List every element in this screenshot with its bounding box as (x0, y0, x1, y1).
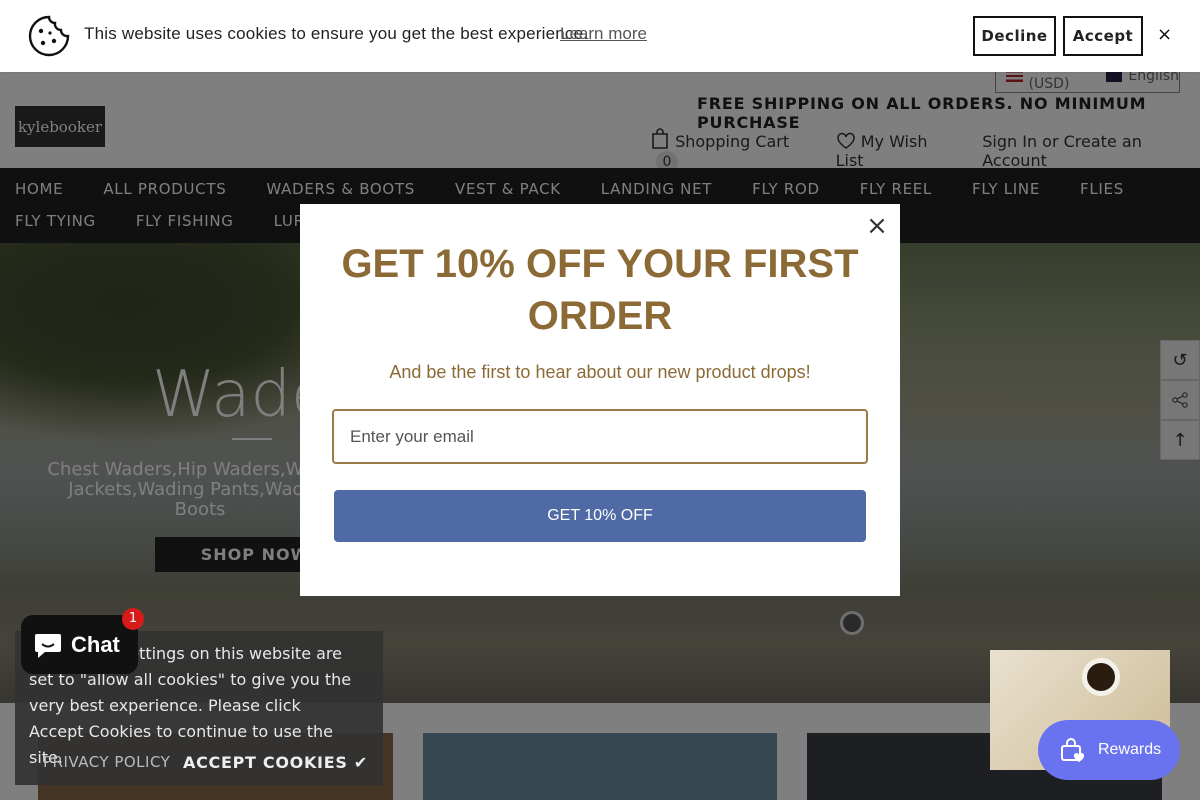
cookie-banner-text: This website uses cookies to ensure you … (84, 24, 589, 43)
accept-cookies-button[interactable]: ACCEPT COOKIES ✔ (183, 753, 368, 772)
chat-unread-badge: 1 (122, 608, 144, 630)
popup-subtitle: And be the first to hear about our new p… (389, 362, 811, 382)
cookie-icon (28, 15, 70, 57)
popup-close-icon[interactable]: × (864, 213, 890, 239)
chat-button[interactable]: Chat (21, 615, 138, 674)
cookie-banner-close-icon[interactable]: × (1157, 24, 1172, 45)
decline-button[interactable]: Decline (973, 16, 1056, 56)
privacy-policy-link[interactable]: PRIVACY POLICY (43, 753, 170, 771)
email-input[interactable] (332, 409, 868, 464)
accept-button[interactable]: Accept (1063, 16, 1143, 56)
page: US (USD) English kylebooker FREE SHIPPIN… (0, 0, 1200, 800)
get-discount-button[interactable]: GET 10% OFF (334, 490, 866, 542)
gift-bag-icon (1061, 738, 1085, 762)
rewards-label: Rewards (1098, 741, 1162, 758)
learn-more-link[interactable]: Learn more (560, 24, 647, 44)
chat-bubble-icon (35, 633, 61, 658)
chat-label: Chat (71, 631, 120, 657)
coffee-cup-image (1082, 658, 1120, 696)
rewards-launcher[interactable]: Rewards (1038, 720, 1180, 780)
popup-title: GET 10% OFF YOUR FIRST ORDER (341, 242, 859, 338)
